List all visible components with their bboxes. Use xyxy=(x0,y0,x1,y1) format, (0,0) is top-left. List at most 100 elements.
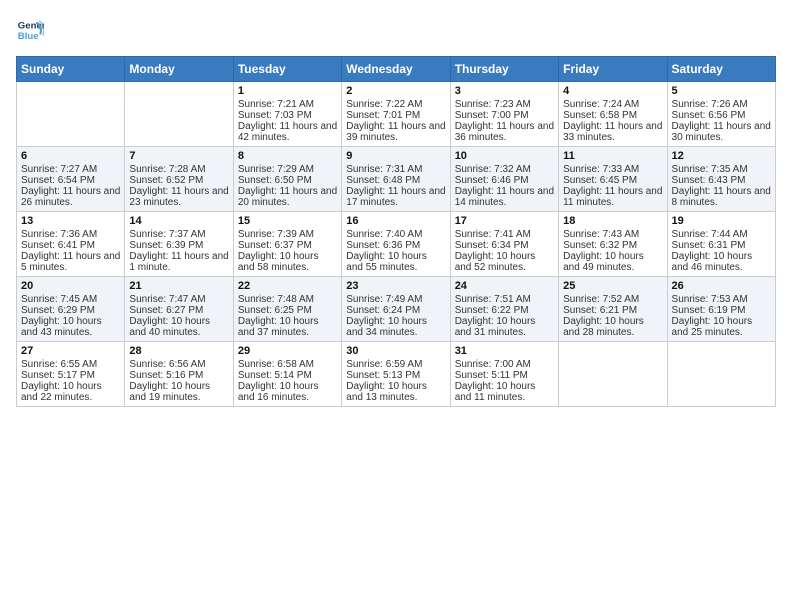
day-info: Sunset: 6:34 PM xyxy=(455,240,554,251)
day-number: 13 xyxy=(21,215,120,227)
calendar-week-row: 27Sunrise: 6:55 AMSunset: 5:17 PMDayligh… xyxy=(17,342,776,407)
calendar-day-6: 6Sunrise: 7:27 AMSunset: 6:54 PMDaylight… xyxy=(17,147,125,212)
day-info: Daylight: 10 hours and 34 minutes. xyxy=(346,316,445,338)
day-info: Sunset: 6:19 PM xyxy=(672,305,771,316)
calendar-day-18: 18Sunrise: 7:43 AMSunset: 6:32 PMDayligh… xyxy=(559,212,667,277)
day-info: Sunrise: 7:00 AM xyxy=(455,359,554,370)
day-number: 29 xyxy=(238,345,337,357)
day-info: Sunrise: 6:55 AM xyxy=(21,359,120,370)
calendar-day-13: 13Sunrise: 7:36 AMSunset: 6:41 PMDayligh… xyxy=(17,212,125,277)
calendar-empty-cell xyxy=(17,82,125,147)
calendar-table: SundayMondayTuesdayWednesdayThursdayFrid… xyxy=(16,56,776,407)
day-number: 6 xyxy=(21,150,120,162)
day-header-monday: Monday xyxy=(125,57,233,82)
day-info: Daylight: 10 hours and 49 minutes. xyxy=(563,251,662,273)
day-info: Daylight: 11 hours and 39 minutes. xyxy=(346,121,445,143)
day-number: 18 xyxy=(563,215,662,227)
calendar-day-10: 10Sunrise: 7:32 AMSunset: 6:46 PMDayligh… xyxy=(450,147,558,212)
day-header-tuesday: Tuesday xyxy=(233,57,341,82)
day-info: Sunrise: 7:29 AM xyxy=(238,164,337,175)
day-info: Sunrise: 7:53 AM xyxy=(672,294,771,305)
day-info: Daylight: 10 hours and 11 minutes. xyxy=(455,381,554,403)
day-info: Daylight: 11 hours and 20 minutes. xyxy=(238,186,337,208)
day-info: Sunrise: 7:48 AM xyxy=(238,294,337,305)
calendar-day-3: 3Sunrise: 7:23 AMSunset: 7:00 PMDaylight… xyxy=(450,82,558,147)
day-info: Daylight: 10 hours and 52 minutes. xyxy=(455,251,554,273)
day-info: Sunset: 5:14 PM xyxy=(238,370,337,381)
day-number: 12 xyxy=(672,150,771,162)
calendar-week-row: 1Sunrise: 7:21 AMSunset: 7:03 PMDaylight… xyxy=(17,82,776,147)
day-info: Sunset: 6:43 PM xyxy=(672,175,771,186)
calendar-day-9: 9Sunrise: 7:31 AMSunset: 6:48 PMDaylight… xyxy=(342,147,450,212)
day-info: Daylight: 10 hours and 40 minutes. xyxy=(129,316,228,338)
day-number: 15 xyxy=(238,215,337,227)
day-info: Daylight: 11 hours and 26 minutes. xyxy=(21,186,120,208)
calendar-day-24: 24Sunrise: 7:51 AMSunset: 6:22 PMDayligh… xyxy=(450,277,558,342)
day-info: Daylight: 10 hours and 55 minutes. xyxy=(346,251,445,273)
day-info: Daylight: 11 hours and 1 minute. xyxy=(129,251,228,273)
calendar-day-11: 11Sunrise: 7:33 AMSunset: 6:45 PMDayligh… xyxy=(559,147,667,212)
day-info: Daylight: 10 hours and 43 minutes. xyxy=(21,316,120,338)
day-info: Sunset: 5:13 PM xyxy=(346,370,445,381)
day-info: Sunset: 6:50 PM xyxy=(238,175,337,186)
calendar-day-8: 8Sunrise: 7:29 AMSunset: 6:50 PMDaylight… xyxy=(233,147,341,212)
calendar-day-27: 27Sunrise: 6:55 AMSunset: 5:17 PMDayligh… xyxy=(17,342,125,407)
day-info: Sunrise: 7:26 AM xyxy=(672,99,771,110)
day-info: Sunrise: 7:22 AM xyxy=(346,99,445,110)
day-info: Daylight: 11 hours and 36 minutes. xyxy=(455,121,554,143)
calendar-day-21: 21Sunrise: 7:47 AMSunset: 6:27 PMDayligh… xyxy=(125,277,233,342)
day-info: Sunset: 6:31 PM xyxy=(672,240,771,251)
calendar-header-row: SundayMondayTuesdayWednesdayThursdayFrid… xyxy=(17,57,776,82)
day-info: Sunset: 5:11 PM xyxy=(455,370,554,381)
day-info: Sunset: 6:24 PM xyxy=(346,305,445,316)
calendar-day-20: 20Sunrise: 7:45 AMSunset: 6:29 PMDayligh… xyxy=(17,277,125,342)
day-info: Sunrise: 7:47 AM xyxy=(129,294,228,305)
day-info: Daylight: 10 hours and 19 minutes. xyxy=(129,381,228,403)
day-info: Sunrise: 7:41 AM xyxy=(455,229,554,240)
day-info: Sunrise: 7:28 AM xyxy=(129,164,228,175)
calendar-day-29: 29Sunrise: 6:58 AMSunset: 5:14 PMDayligh… xyxy=(233,342,341,407)
day-info: Sunset: 6:52 PM xyxy=(129,175,228,186)
calendar-day-4: 4Sunrise: 7:24 AMSunset: 6:58 PMDaylight… xyxy=(559,82,667,147)
day-info: Daylight: 10 hours and 37 minutes. xyxy=(238,316,337,338)
day-info: Daylight: 11 hours and 5 minutes. xyxy=(21,251,120,273)
day-number: 4 xyxy=(563,85,662,97)
day-info: Sunset: 6:32 PM xyxy=(563,240,662,251)
day-info: Sunset: 6:29 PM xyxy=(21,305,120,316)
day-number: 20 xyxy=(21,280,120,292)
day-info: Sunset: 7:01 PM xyxy=(346,110,445,121)
day-number: 2 xyxy=(346,85,445,97)
day-number: 19 xyxy=(672,215,771,227)
day-info: Daylight: 11 hours and 11 minutes. xyxy=(563,186,662,208)
day-number: 31 xyxy=(455,345,554,357)
calendar-week-row: 20Sunrise: 7:45 AMSunset: 6:29 PMDayligh… xyxy=(17,277,776,342)
calendar-day-25: 25Sunrise: 7:52 AMSunset: 6:21 PMDayligh… xyxy=(559,277,667,342)
day-number: 1 xyxy=(238,85,337,97)
day-info: Daylight: 11 hours and 42 minutes. xyxy=(238,121,337,143)
day-number: 17 xyxy=(455,215,554,227)
day-header-friday: Friday xyxy=(559,57,667,82)
calendar-day-30: 30Sunrise: 6:59 AMSunset: 5:13 PMDayligh… xyxy=(342,342,450,407)
day-number: 10 xyxy=(455,150,554,162)
calendar-day-1: 1Sunrise: 7:21 AMSunset: 7:03 PMDaylight… xyxy=(233,82,341,147)
day-number: 7 xyxy=(129,150,228,162)
calendar-day-26: 26Sunrise: 7:53 AMSunset: 6:19 PMDayligh… xyxy=(667,277,775,342)
day-info: Daylight: 10 hours and 22 minutes. xyxy=(21,381,120,403)
day-number: 30 xyxy=(346,345,445,357)
day-number: 25 xyxy=(563,280,662,292)
calendar-day-28: 28Sunrise: 6:56 AMSunset: 5:16 PMDayligh… xyxy=(125,342,233,407)
calendar-empty-cell xyxy=(667,342,775,407)
day-info: Daylight: 11 hours and 30 minutes. xyxy=(672,121,771,143)
day-number: 16 xyxy=(346,215,445,227)
day-info: Sunset: 6:22 PM xyxy=(455,305,554,316)
day-info: Sunset: 6:39 PM xyxy=(129,240,228,251)
day-info: Sunrise: 7:52 AM xyxy=(563,294,662,305)
day-header-wednesday: Wednesday xyxy=(342,57,450,82)
day-number: 24 xyxy=(455,280,554,292)
day-info: Daylight: 11 hours and 17 minutes. xyxy=(346,186,445,208)
calendar-empty-cell xyxy=(559,342,667,407)
day-number: 22 xyxy=(238,280,337,292)
day-info: Sunrise: 7:37 AM xyxy=(129,229,228,240)
calendar-day-7: 7Sunrise: 7:28 AMSunset: 6:52 PMDaylight… xyxy=(125,147,233,212)
calendar-day-15: 15Sunrise: 7:39 AMSunset: 6:37 PMDayligh… xyxy=(233,212,341,277)
